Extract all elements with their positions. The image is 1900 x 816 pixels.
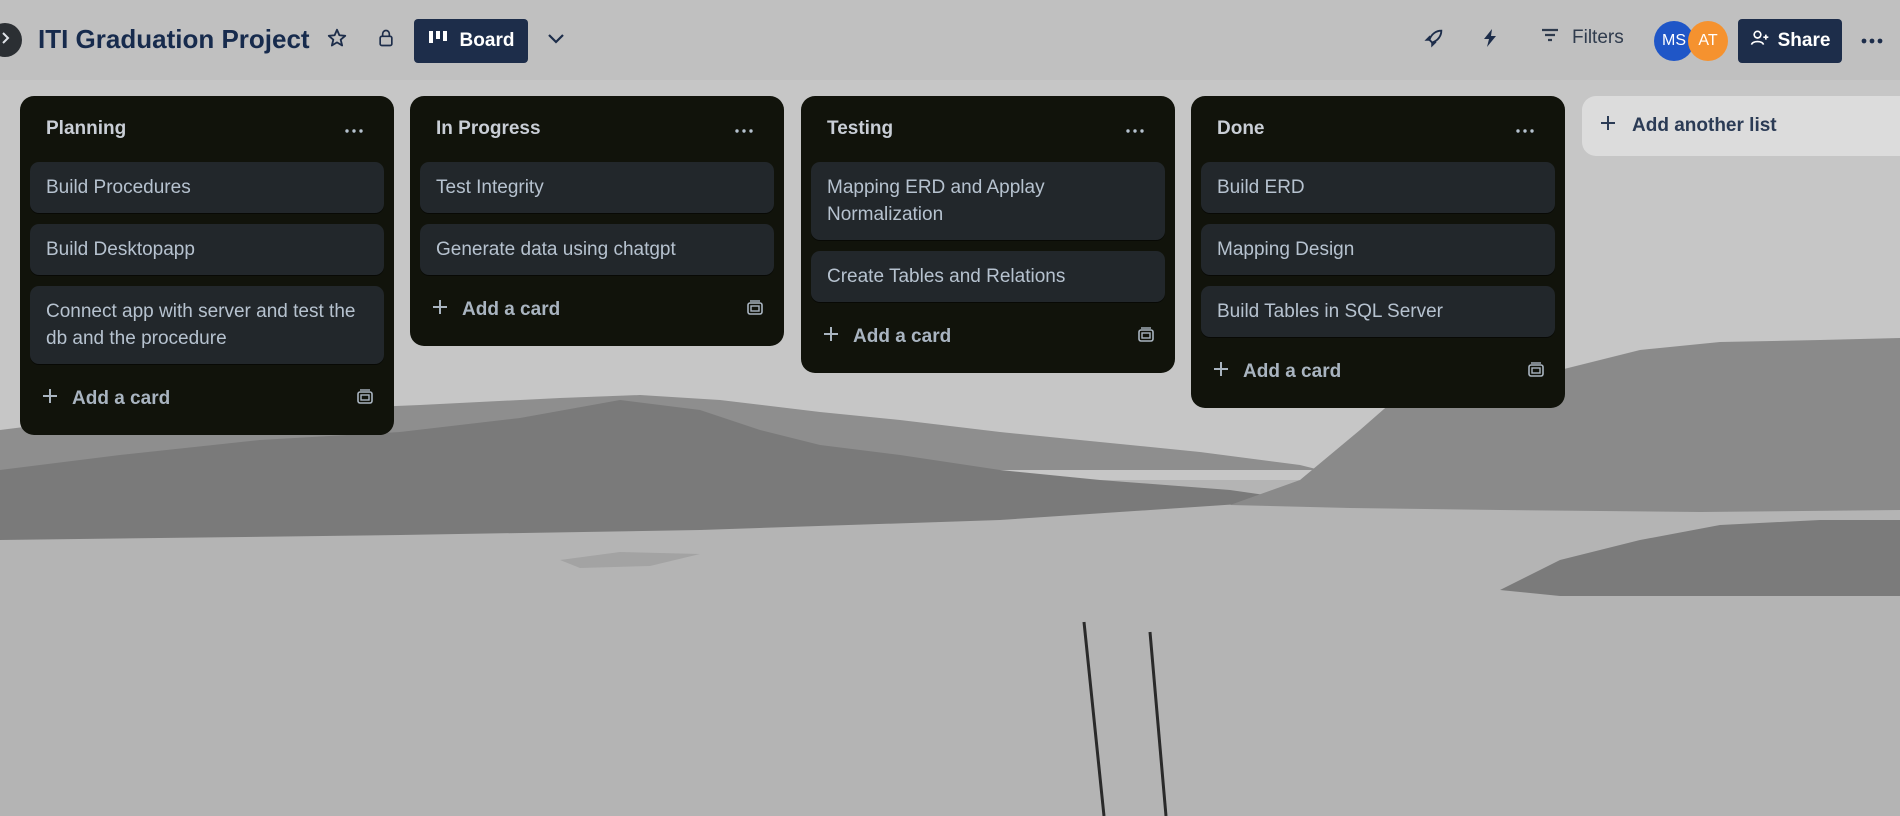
add-card-button[interactable]: Add a card	[823, 326, 951, 348]
more-icon	[1516, 120, 1534, 138]
add-card-row: Add a card	[1201, 348, 1555, 396]
avatar-initials: MS	[1662, 32, 1686, 49]
add-card-label: Add a card	[853, 326, 952, 347]
chevron-down-icon	[546, 28, 566, 53]
list-menu-button[interactable]	[730, 115, 758, 143]
card[interactable]: Generate data using chatgpt	[420, 224, 774, 275]
list-menu-button[interactable]	[340, 115, 368, 143]
collapse-sidebar-button[interactable]	[0, 23, 22, 57]
board-menu-button[interactable]	[1856, 26, 1888, 54]
board-view-button[interactable]: Board	[414, 19, 528, 63]
lock-icon	[376, 28, 396, 53]
avatar-initials: AT	[1698, 32, 1718, 49]
switch-view-button[interactable]	[542, 26, 570, 54]
member-avatar-at[interactable]: AT	[1688, 21, 1728, 61]
add-card-row: Add a card	[30, 375, 384, 423]
power-ups-button[interactable]	[1420, 26, 1448, 54]
lightning-icon	[1481, 28, 1499, 53]
card[interactable]: Build Desktopapp	[30, 224, 384, 275]
more-icon	[1126, 120, 1144, 138]
list-header: In Progress	[420, 96, 774, 162]
list-title[interactable]: Planning	[46, 118, 126, 140]
board-view-label: Board	[459, 30, 515, 51]
plus-icon	[1213, 361, 1229, 383]
card[interactable]: Test Integrity	[420, 162, 774, 213]
list-planning: Planning Build Procedures Build Desktopa…	[20, 96, 394, 435]
list-title[interactable]: Testing	[827, 118, 893, 140]
add-card-button[interactable]: Add a card	[1213, 361, 1341, 383]
list-done: Done Build ERD Mapping Design Build Tabl…	[1191, 96, 1565, 408]
more-icon	[735, 120, 753, 138]
card-template-icon[interactable]	[1527, 361, 1545, 383]
add-person-icon	[1750, 28, 1770, 54]
list-menu-button[interactable]	[1511, 115, 1539, 143]
board-icon	[428, 29, 448, 53]
share-label: Share	[1777, 30, 1831, 51]
add-list-label: Add another list	[1632, 115, 1777, 136]
card[interactable]: Connect app with server and test the db …	[30, 286, 384, 364]
list-header: Testing	[811, 96, 1165, 162]
add-another-list-button[interactable]: Add another list	[1582, 96, 1900, 156]
visibility-button[interactable]	[372, 26, 400, 54]
card-template-icon[interactable]	[356, 388, 374, 410]
rocket-icon	[1423, 27, 1445, 54]
filters-button[interactable]: Filters	[1540, 26, 1624, 50]
add-card-label: Add a card	[462, 299, 561, 320]
card[interactable]: Create Tables and Relations	[811, 251, 1165, 302]
add-card-button[interactable]: Add a card	[42, 388, 170, 410]
plus-icon	[1600, 115, 1616, 137]
card[interactable]: Mapping ERD and Applay Normalization	[811, 162, 1165, 240]
star-board-button[interactable]	[323, 26, 351, 54]
more-icon	[345, 120, 363, 138]
card-template-icon[interactable]	[746, 299, 764, 321]
add-card-label: Add a card	[72, 388, 171, 409]
list-header: Done	[1201, 96, 1555, 162]
add-card-button[interactable]: Add a card	[432, 299, 560, 321]
list-header: Planning	[30, 96, 384, 162]
card[interactable]: Mapping Design	[1201, 224, 1555, 275]
plus-icon	[42, 388, 58, 410]
board-header: ITI Graduation Project Board Filters MS …	[0, 0, 1900, 80]
list-title[interactable]: Done	[1217, 118, 1265, 140]
share-button[interactable]: Share	[1738, 19, 1842, 63]
card[interactable]: Build Procedures	[30, 162, 384, 213]
filter-icon	[1540, 26, 1560, 50]
board-title[interactable]: ITI Graduation Project	[38, 24, 310, 55]
star-icon	[326, 27, 348, 54]
list-title[interactable]: In Progress	[436, 118, 541, 140]
card[interactable]: Build Tables in SQL Server	[1201, 286, 1555, 337]
list-menu-button[interactable]	[1121, 115, 1149, 143]
plus-icon	[432, 299, 448, 321]
list-testing: Testing Mapping ERD and Applay Normaliza…	[801, 96, 1175, 373]
add-card-label: Add a card	[1243, 361, 1342, 382]
chevron-right-icon	[0, 31, 12, 50]
more-icon	[1861, 31, 1883, 49]
automation-button[interactable]	[1476, 26, 1504, 54]
filters-label: Filters	[1572, 27, 1624, 48]
card-template-icon[interactable]	[1137, 326, 1155, 348]
add-card-row: Add a card	[811, 313, 1165, 361]
plus-icon	[823, 326, 839, 348]
add-card-row: Add a card	[420, 286, 774, 334]
card[interactable]: Build ERD	[1201, 162, 1555, 213]
list-in-progress: In Progress Test Integrity Generate data…	[410, 96, 784, 346]
